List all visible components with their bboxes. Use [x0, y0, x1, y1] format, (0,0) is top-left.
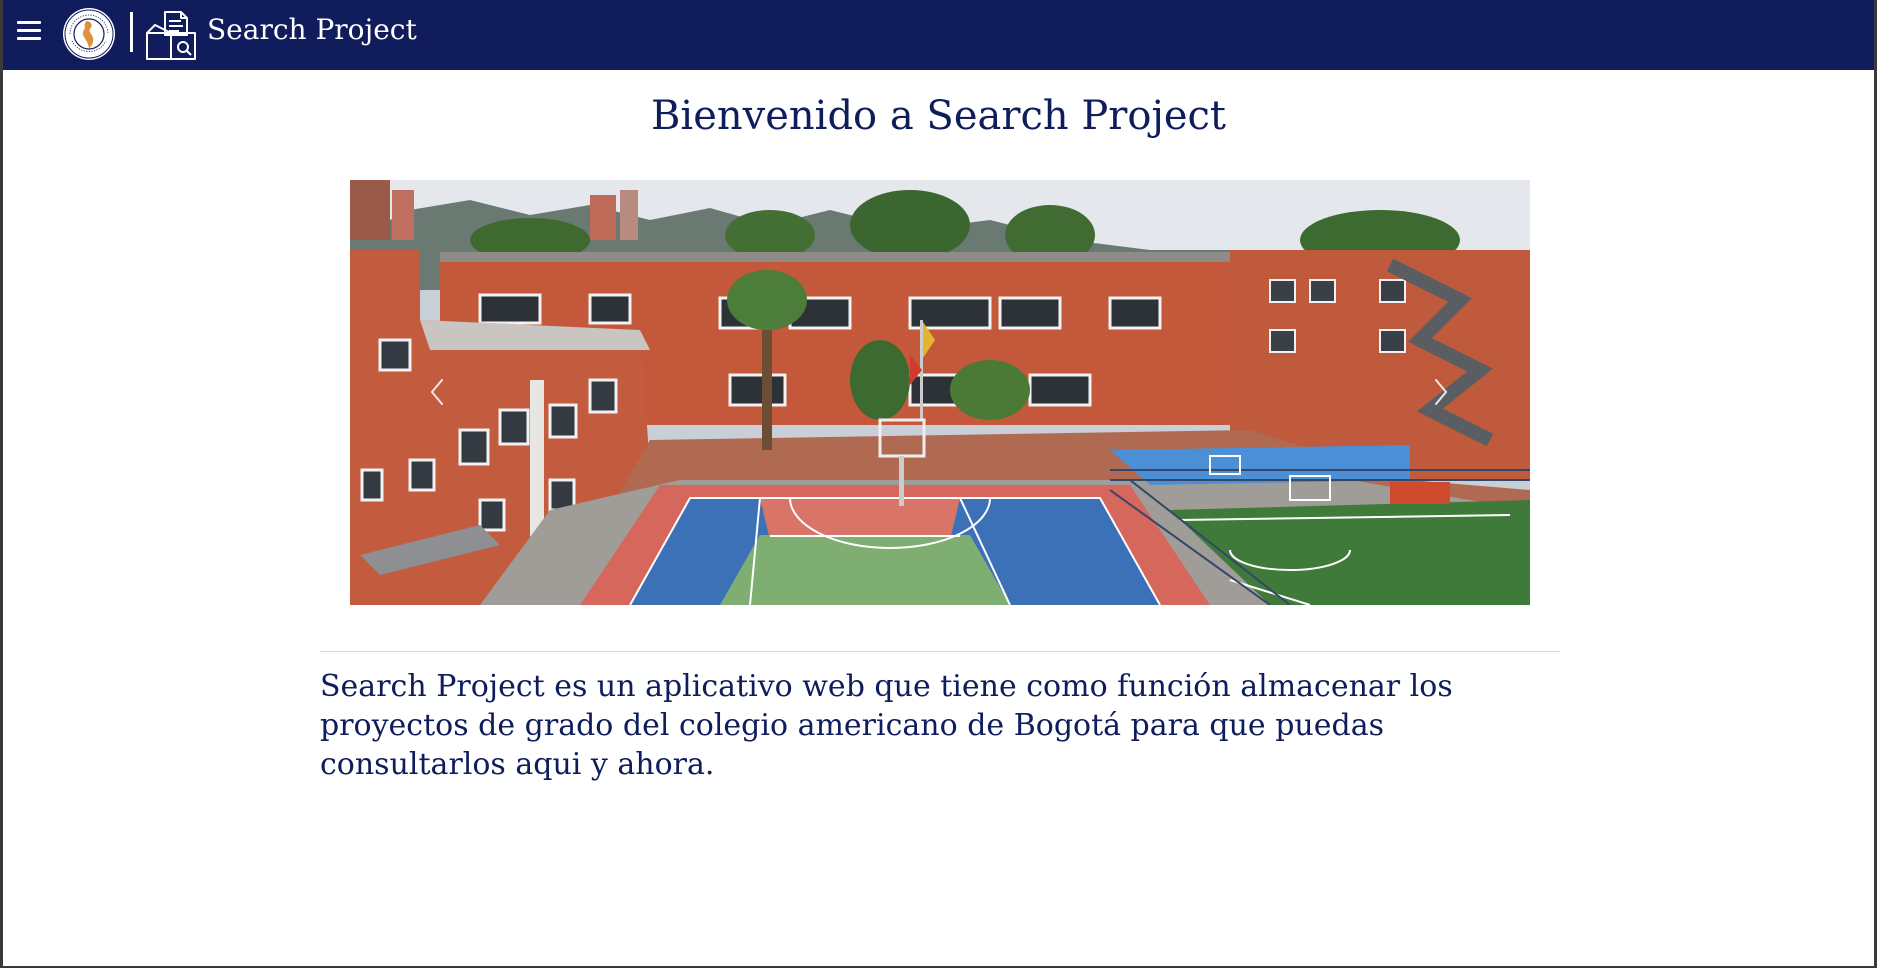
page-title: Bienvenido a Search Project	[651, 93, 1226, 139]
description-text: Search Project es un aplicativo web que …	[320, 669, 1453, 782]
header-divider	[130, 12, 133, 52]
app-title[interactable]: Search Project	[207, 12, 417, 48]
section-divider	[320, 651, 1560, 652]
school-campus-photo	[350, 180, 1530, 605]
app-window: Search Project Bienvenido a Search Proje…	[3, 0, 1874, 966]
top-navigation-bar: Search Project	[3, 0, 1874, 70]
search-project-document-box-icon	[146, 11, 196, 60]
chevron-right-icon[interactable]	[1424, 372, 1456, 412]
hamburger-menu-icon[interactable]	[17, 19, 41, 41]
chevron-left-icon[interactable]	[422, 372, 454, 412]
image-carousel[interactable]	[350, 180, 1530, 605]
school-logo[interactable]	[62, 7, 116, 61]
